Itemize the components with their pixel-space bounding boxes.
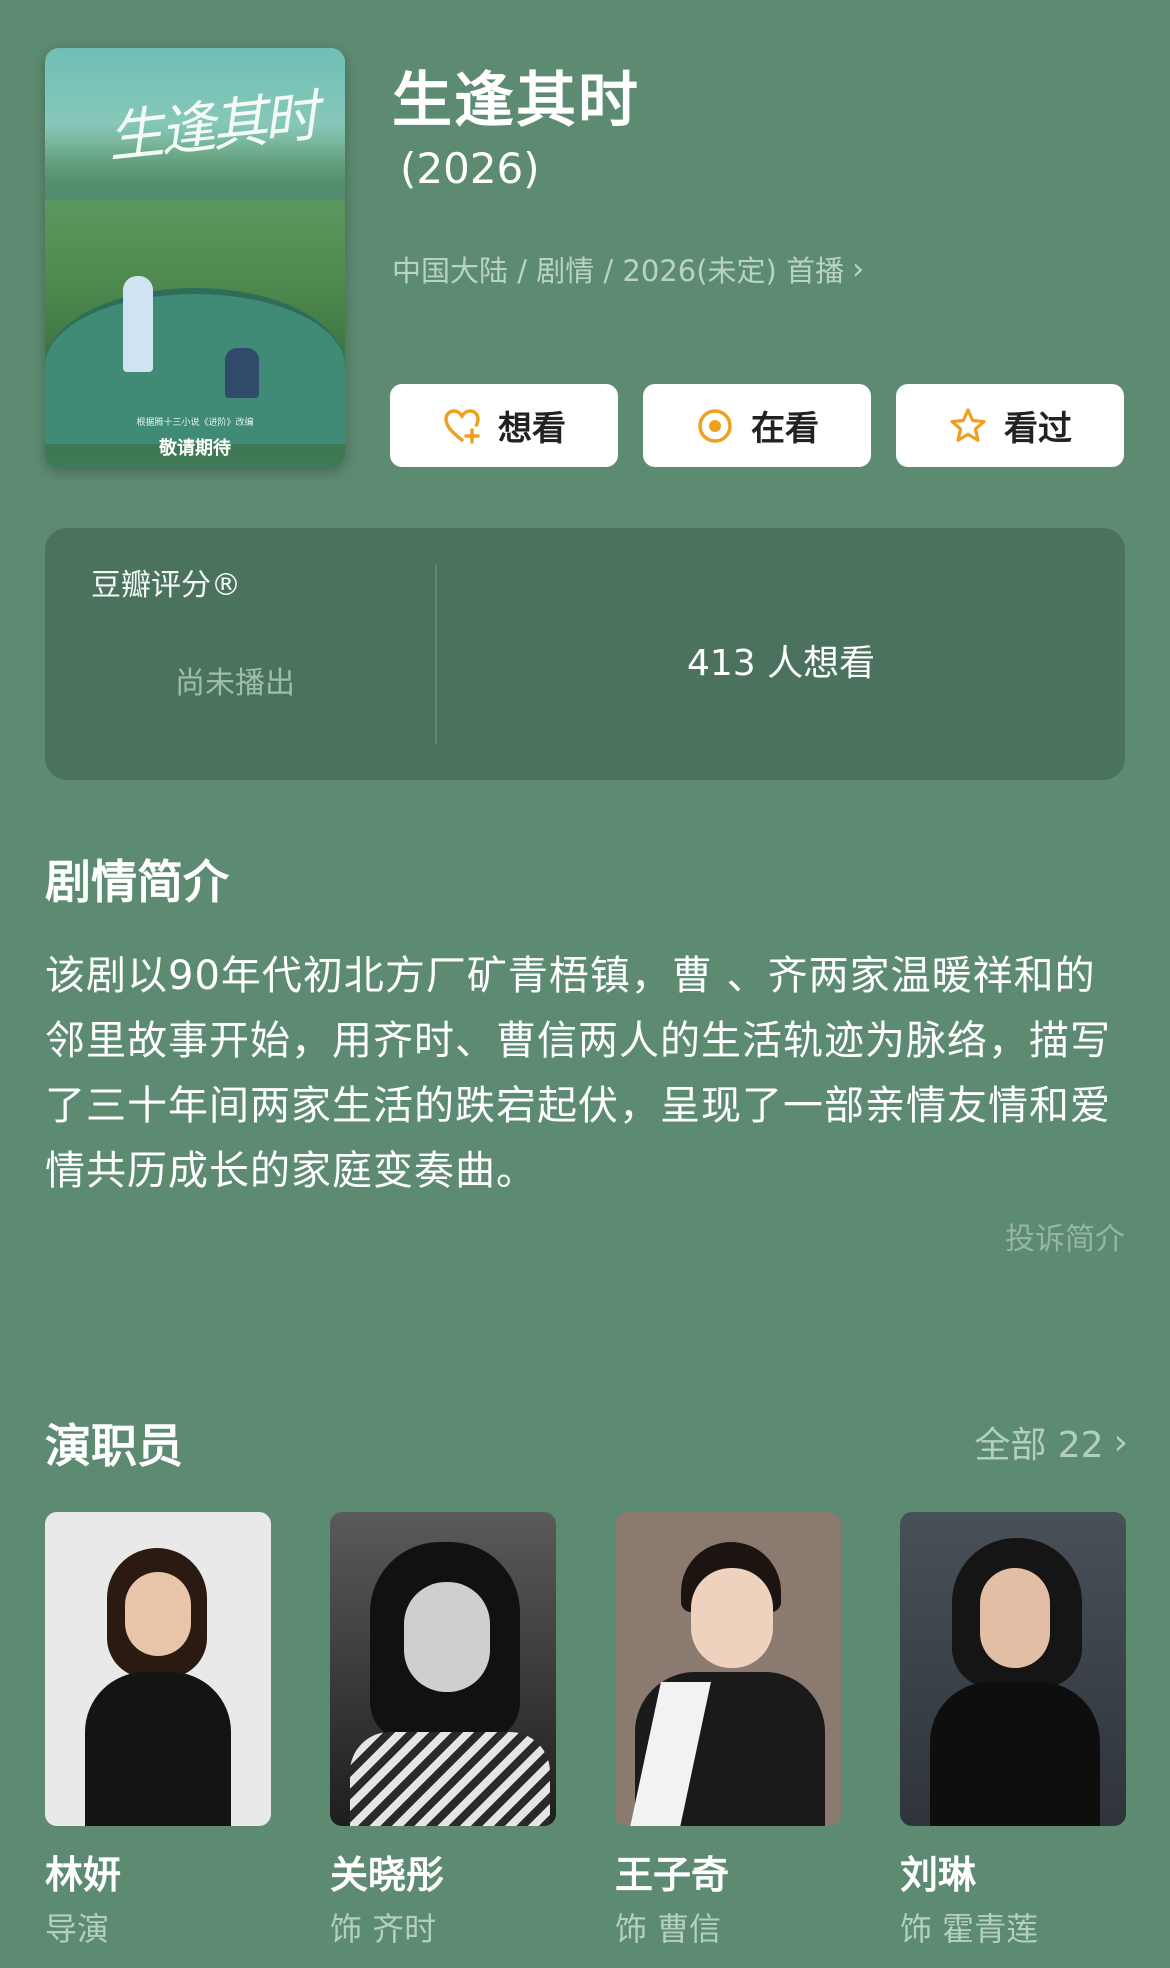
page-title: 生逢其时 (392, 66, 640, 136)
poster-caption: 敬请期待 (159, 438, 231, 459)
report-synopsis-link[interactable]: 投诉简介 (1005, 1214, 1125, 1258)
cast-role: 饰 齐时 (330, 1910, 437, 1948)
rating-status: 尚未播出 (175, 666, 295, 701)
want-to-watch-label: 想看 (498, 409, 566, 449)
cast-photo (900, 1512, 1126, 1826)
cast-role: 饰 曹信 (615, 1910, 722, 1948)
douban-rating-label: 豆瓣评分® (91, 568, 241, 603)
cast-name: 刘琳 (900, 1853, 977, 1897)
release-year: (2026) (400, 144, 540, 193)
rating-divider (435, 564, 437, 744)
synopsis-text: 该剧以90年代初北方厂矿青梧镇，曹 、齐两家温暖祥和的邻里故事开始，用齐时、曹信… (45, 953, 1111, 1194)
cast-card[interactable]: 王子奇 饰 曹信 (615, 1512, 841, 1948)
cast-photo (45, 1512, 271, 1826)
watched-button[interactable]: 看过 (896, 384, 1124, 467)
want-to-watch-button[interactable]: 想看 (390, 384, 618, 467)
watched-label: 看过 (1004, 409, 1072, 449)
cast-role: 饰 霍青莲 (900, 1910, 1039, 1948)
want-count: 413 人想看 (687, 643, 876, 684)
watching-button[interactable]: 在看 (643, 384, 871, 467)
chevron-right-icon: › (852, 251, 865, 287)
meta-info-link[interactable]: 中国大陆 / 剧情 / 2026(未定) 首播 › (392, 248, 864, 290)
chevron-right-icon: › (1113, 1421, 1128, 1463)
cast-heading: 演职员 (45, 1419, 183, 1473)
cast-name: 林妍 (45, 1853, 122, 1897)
cast-photo (330, 1512, 556, 1826)
poster-source-note: 根据腾十三小说《进阶》改编 (136, 418, 254, 428)
poster-figure-girl (123, 276, 153, 372)
heart-plus-icon (444, 408, 480, 444)
watching-label: 在看 (751, 409, 819, 449)
star-icon (950, 407, 986, 442)
cast-card[interactable]: 关晓彤 饰 齐时 (330, 1512, 556, 1948)
target-icon (698, 408, 732, 443)
rating-card[interactable]: 豆瓣评分® 尚未播出 413 人想看 (45, 528, 1125, 780)
poster-image[interactable]: 生逢其时 根据腾十三小说《进阶》改编 敬请期待 (45, 48, 345, 468)
cast-card[interactable]: 林妍 导演 (45, 1512, 271, 1948)
meta-info-text: 中国大陆 / 剧情 / 2026(未定) 首播 (392, 254, 845, 288)
cast-photo (615, 1512, 841, 1826)
synopsis-heading: 剧情简介 (45, 855, 229, 909)
cast-name: 关晓彤 (330, 1853, 445, 1897)
cast-role: 导演 (45, 1910, 110, 1948)
cast-card[interactable]: 刘琳 饰 霍青莲 (900, 1512, 1126, 1948)
poster-figure-boy (225, 348, 259, 398)
cast-all-label: 全部 22 (974, 1425, 1104, 1466)
cast-name: 王子奇 (615, 1853, 730, 1897)
cast-all-link[interactable]: 全部 22 › (974, 1416, 1128, 1468)
